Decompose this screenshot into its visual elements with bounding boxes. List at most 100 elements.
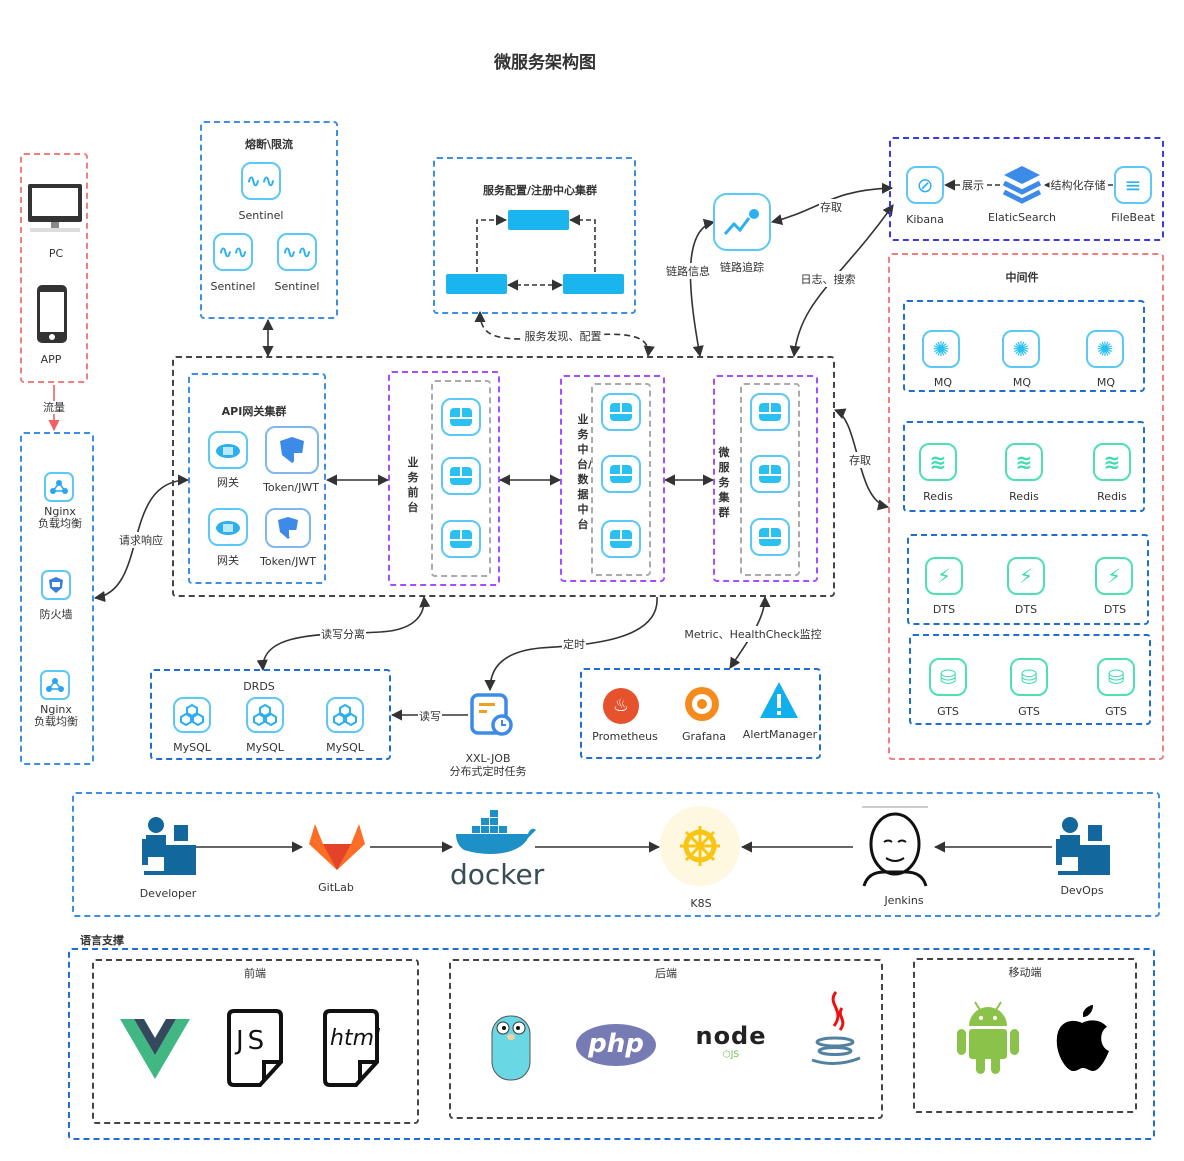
service-instance-icon — [601, 393, 641, 431]
java-icon — [806, 990, 864, 1070]
gateway-label: 网关 — [217, 554, 239, 567]
node-icon: node ⬡JS — [695, 1022, 767, 1060]
kibana-label: Kibana — [906, 213, 944, 226]
cicd-group — [72, 792, 1160, 917]
languages-title: 语言支撑 — [80, 934, 124, 947]
token-icon — [265, 426, 319, 474]
dts-icon: ⚡ — [1095, 557, 1133, 595]
dts-label: DTS — [932, 603, 956, 616]
token-icon — [265, 508, 311, 548]
service-instance-icon — [750, 393, 790, 431]
service-instance-icon — [750, 455, 790, 493]
prometheus-icon: ♨ — [603, 688, 639, 724]
cluster-mid-title: 业务中台/数据中台 — [577, 413, 593, 531]
sentinel-label: Sentinel — [274, 280, 320, 293]
android-icon — [955, 998, 1021, 1076]
gts-label: GTS — [937, 705, 959, 718]
apple-icon — [1053, 1005, 1111, 1073]
php-icon: php — [576, 1024, 656, 1066]
service-instance-icon — [441, 457, 481, 495]
sentinel-icon: ∿∿ — [277, 233, 317, 271]
sentinel-icon: ∿∿ — [241, 162, 281, 200]
traffic-label: 流量 — [43, 401, 65, 414]
dts-icon: ⚡ — [925, 557, 963, 595]
kibana-icon: ⊘ — [906, 166, 944, 204]
edge-label: 结构化存储 — [1049, 177, 1107, 193]
redis-label: Redis — [1097, 490, 1127, 503]
edge-label: 展示 — [961, 177, 985, 193]
redis-icon: ≋ — [1005, 443, 1043, 481]
service-instance-icon — [601, 520, 641, 558]
alertmanager-label: AlertManager — [742, 728, 818, 741]
docker-label: docker — [450, 858, 545, 891]
edge-label: 读写 — [418, 708, 442, 724]
sentinel-label: Sentinel — [238, 209, 284, 222]
drds-title: DRDS — [243, 680, 275, 693]
xxljob-sub-label: 分布式定时任务 — [449, 765, 527, 778]
developer-icon — [140, 815, 196, 877]
js-file-icon: JS — [226, 1008, 284, 1088]
go-gopher-icon — [486, 1010, 536, 1084]
edge-label: 存取 — [848, 452, 872, 468]
vue-icon — [120, 1019, 190, 1079]
service-instance-icon — [441, 520, 481, 558]
grafana-icon — [680, 684, 724, 724]
gateway-icon — [208, 508, 248, 546]
filebeat-label: FileBeat — [1111, 211, 1155, 224]
middleware-title: 中间件 — [1005, 271, 1039, 284]
gitlab-icon — [307, 822, 367, 872]
redis-label: Redis — [923, 490, 953, 503]
mq-label: MQ — [1012, 376, 1032, 389]
server-icon — [508, 210, 569, 230]
circuit-breaker-title: 熔断\限流 — [244, 138, 294, 151]
k8s-icon — [660, 806, 740, 886]
xxljob-label: XXL-JOB — [465, 752, 511, 765]
dts-label: DTS — [1014, 603, 1038, 616]
cluster-ms-title: 微服务集群 — [718, 446, 730, 519]
prometheus-label: Prometheus — [592, 730, 658, 743]
edge-label: 存取 — [819, 199, 843, 215]
redis-icon: ≋ — [1093, 443, 1131, 481]
dts-icon: ⚡ — [1007, 557, 1045, 595]
frontend-title: 前端 — [244, 967, 266, 980]
service-instance-icon — [601, 455, 641, 493]
token-label: Token/JWT — [263, 481, 319, 494]
tracing-label: 链路追踪 — [720, 261, 764, 274]
mysql-icon — [246, 697, 284, 733]
devops-label: DevOps — [1060, 884, 1104, 897]
redis-icon: ≋ — [919, 443, 957, 481]
page-title: 微服务架构图 — [494, 53, 596, 73]
gts-icon: ⛁ — [1010, 658, 1048, 696]
elasticsearch-label: ElaticSearch — [988, 211, 1056, 224]
service-instance-icon — [750, 518, 790, 556]
nginx-sub-label: 负载均衡 — [34, 715, 78, 728]
mq-label: MQ — [1096, 376, 1116, 389]
node-label: node — [695, 1022, 767, 1050]
mq-label: MQ — [933, 376, 953, 389]
redis-label: Redis — [1009, 490, 1039, 503]
mysql-label: MySQL — [173, 741, 211, 754]
edge-label: 请求响应 — [118, 532, 164, 548]
sentinel-icon: ∿∿ — [213, 233, 253, 271]
developer-label: Developer — [139, 887, 197, 900]
server-icon — [446, 274, 507, 294]
gts-icon: ⛁ — [1097, 658, 1135, 696]
registry-title: 服务配置/注册中心集群 — [482, 184, 598, 197]
mysql-icon — [326, 697, 364, 733]
cluster-front-title: 业务前台 — [407, 456, 419, 514]
jenkins-label: Jenkins — [884, 894, 924, 907]
gateway-icon — [208, 431, 248, 469]
gts-label: GTS — [1018, 705, 1040, 718]
mq-icon: ✺ — [922, 330, 960, 368]
service-instance-icon — [441, 398, 481, 436]
load-balancer-icon — [44, 472, 74, 502]
docker-icon: docker — [450, 806, 545, 891]
mysql-icon — [173, 697, 211, 733]
jenkins-icon — [858, 806, 932, 888]
k8s-label: K8S — [690, 897, 712, 910]
dts-label: DTS — [1103, 603, 1127, 616]
grafana-label: Grafana — [681, 730, 727, 743]
js-file-label: JS — [236, 1026, 269, 1056]
load-balancer-icon — [40, 670, 70, 700]
gateway-title: API网关集群 — [221, 405, 287, 418]
